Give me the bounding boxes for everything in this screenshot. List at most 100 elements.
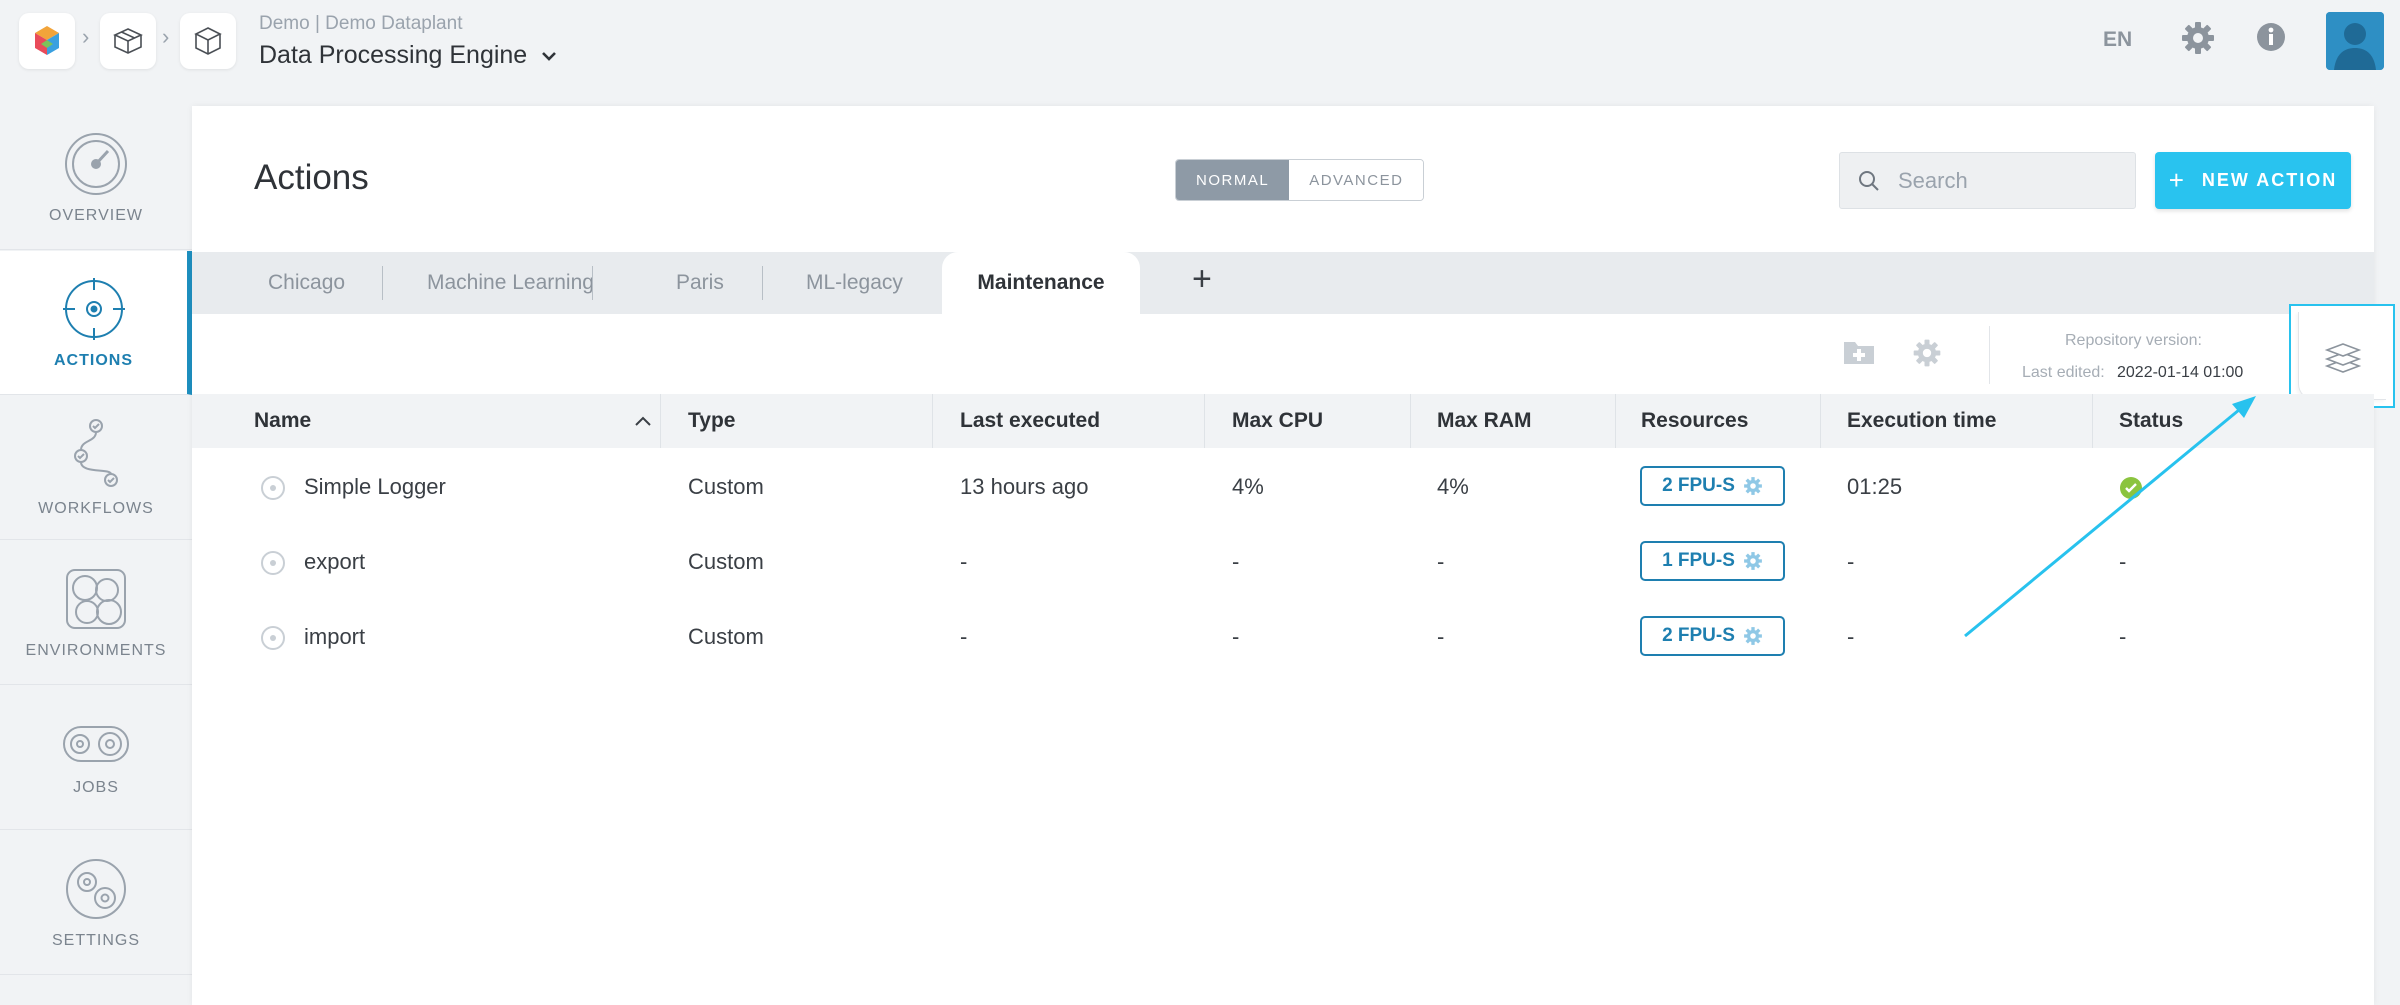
- user-avatar-icon: [2326, 12, 2384, 70]
- table-row[interactable]: export Custom - - - 1 FPU-S - -: [192, 524, 2374, 599]
- page-title: Actions: [254, 158, 369, 197]
- breadcrumb-module[interactable]: [180, 13, 236, 69]
- row-max-ram: -: [1437, 548, 1445, 574]
- resources-label: 1 FPU-S: [1662, 550, 1735, 571]
- repository-settings-button[interactable]: [1912, 338, 1942, 373]
- column-header-last-executed[interactable]: Last executed: [960, 394, 1100, 448]
- sidebar: OVERVIEW ACTIONS WORKFLOWS ENVIRONMENTS …: [0, 106, 192, 1005]
- gear-icon: [1744, 627, 1762, 645]
- row-execution-time: -: [1847, 548, 1855, 574]
- resources-badge[interactable]: 1 FPU-S: [1640, 541, 1785, 581]
- main-panel: Actions NORMAL ADVANCED + NEW ACTION Chi…: [192, 106, 2395, 1005]
- sidebar-item-overview[interactable]: OVERVIEW: [0, 106, 192, 250]
- gear-icon: [2182, 22, 2214, 54]
- row-type: Custom: [688, 473, 764, 499]
- table-header: Name Type Last executed Max CPU Max RAM …: [192, 394, 2374, 448]
- column-divider: [2092, 394, 2093, 448]
- sidebar-item-actions[interactable]: ACTIONS: [0, 251, 192, 395]
- column-header-execution-time[interactable]: Execution time: [1847, 394, 1996, 448]
- column-divider: [932, 394, 933, 448]
- table-row[interactable]: Simple Logger Custom 13 hours ago 4% 4% …: [192, 449, 2374, 524]
- folder-plus-icon: [1844, 342, 1874, 364]
- tab-paris[interactable]: Paris: [676, 252, 724, 314]
- row-name[interactable]: Simple Logger: [304, 449, 446, 524]
- column-divider: [1615, 394, 1616, 448]
- toolbar-divider: [1989, 326, 1990, 384]
- resources-badge[interactable]: 2 FPU-S: [1640, 616, 1785, 656]
- tab-chicago[interactable]: Chicago: [268, 252, 345, 314]
- info-icon: [2257, 23, 2285, 51]
- table-row[interactable]: import Custom - - - 2 FPU-S - -: [192, 599, 2374, 674]
- tab-ml-legacy[interactable]: ML-legacy: [806, 252, 903, 314]
- row-max-cpu: -: [1232, 623, 1240, 649]
- sidebar-item-environments[interactable]: ENVIRONMENTS: [0, 541, 192, 685]
- tab-divider: [382, 266, 383, 300]
- column-header-max-cpu[interactable]: Max CPU: [1232, 394, 1323, 448]
- last-edited-label: Last edited:: [2022, 364, 2105, 381]
- versions-panel-button[interactable]: [2289, 304, 2395, 408]
- resources-badge[interactable]: 2 FPU-S: [1640, 466, 1785, 506]
- avatar[interactable]: [2326, 12, 2384, 70]
- breadcrumb-separator-icon: ›: [162, 24, 170, 49]
- row-max-ram: -: [1437, 623, 1445, 649]
- row-select-radio[interactable]: [261, 551, 285, 575]
- mode-advanced-button[interactable]: ADVANCED: [1289, 160, 1424, 200]
- column-divider: [1820, 394, 1821, 448]
- cubes-icon: [113, 28, 143, 54]
- column-header-resources[interactable]: Resources: [1641, 394, 1748, 448]
- row-type: Custom: [688, 623, 764, 649]
- gear-icon: [1913, 339, 1941, 367]
- column-header-max-ram[interactable]: Max RAM: [1437, 394, 1532, 448]
- new-action-button[interactable]: + NEW ACTION: [2155, 152, 2351, 209]
- app-switcher[interactable]: Data Processing Engine: [259, 41, 557, 70]
- breadcrumb-separator-icon: ›: [82, 24, 90, 49]
- logo-icon: [35, 26, 59, 55]
- mode-normal-button[interactable]: NORMAL: [1176, 160, 1290, 200]
- column-header-status[interactable]: Status: [2119, 394, 2183, 448]
- tab-machine-learning[interactable]: Machine Learning: [427, 252, 594, 314]
- column-header-name[interactable]: Name: [254, 394, 311, 448]
- search-input[interactable]: [1898, 167, 2118, 194]
- tab-divider: [592, 266, 593, 300]
- row-name[interactable]: import: [304, 599, 365, 674]
- app-logo[interactable]: [19, 13, 75, 69]
- settings-button[interactable]: [2180, 20, 2216, 61]
- row-last-executed: 13 hours ago: [960, 473, 1089, 499]
- row-last-executed: -: [960, 548, 968, 574]
- language-selector[interactable]: EN: [2103, 28, 2132, 52]
- column-divider: [660, 394, 661, 448]
- sidebar-item-settings[interactable]: SETTINGS: [0, 831, 192, 975]
- breadcrumb-project[interactable]: [100, 13, 156, 69]
- gear-icon: [1744, 552, 1762, 570]
- resources-label: 2 FPU-S: [1662, 475, 1735, 496]
- gears-icon: [66, 858, 126, 919]
- gear-icon: [1744, 477, 1762, 495]
- new-folder-button[interactable]: [1842, 338, 1876, 371]
- sidebar-item-workflows[interactable]: WORKFLOWS: [0, 396, 192, 540]
- sort-ascending-icon[interactable]: [634, 414, 652, 428]
- row-status: -: [2119, 548, 2127, 574]
- row-execution-time: -: [1847, 623, 1855, 649]
- column-divider: [1204, 394, 1205, 448]
- row-select-radio[interactable]: [261, 476, 285, 500]
- sidebar-item-label: SETTINGS: [51, 931, 140, 949]
- add-tab-button[interactable]: +: [1192, 260, 1212, 299]
- row-max-cpu: 4%: [1232, 473, 1264, 499]
- versions-panel-tab: [2298, 312, 2386, 400]
- app-title: Data Processing Engine: [259, 41, 528, 69]
- top-bar: › › Demo | Demo Dataplant Data Processin…: [0, 0, 2400, 100]
- column-header-type[interactable]: Type: [688, 394, 735, 448]
- row-name[interactable]: export: [304, 524, 365, 599]
- row-type: Custom: [688, 548, 764, 574]
- box-icon: [194, 27, 222, 55]
- resources-label: 2 FPU-S: [1662, 625, 1735, 646]
- search-box: [1839, 152, 2136, 209]
- workflow-icon: [74, 418, 118, 487]
- mode-toggle: NORMAL ADVANCED: [1175, 159, 1425, 201]
- row-select-radio[interactable]: [261, 626, 285, 650]
- sidebar-item-jobs[interactable]: JOBS: [0, 686, 192, 830]
- info-button[interactable]: [2256, 22, 2286, 57]
- tab-maintenance[interactable]: Maintenance: [942, 252, 1140, 314]
- layers-icon: [2324, 342, 2361, 373]
- new-action-label: NEW ACTION: [2201, 170, 2338, 190]
